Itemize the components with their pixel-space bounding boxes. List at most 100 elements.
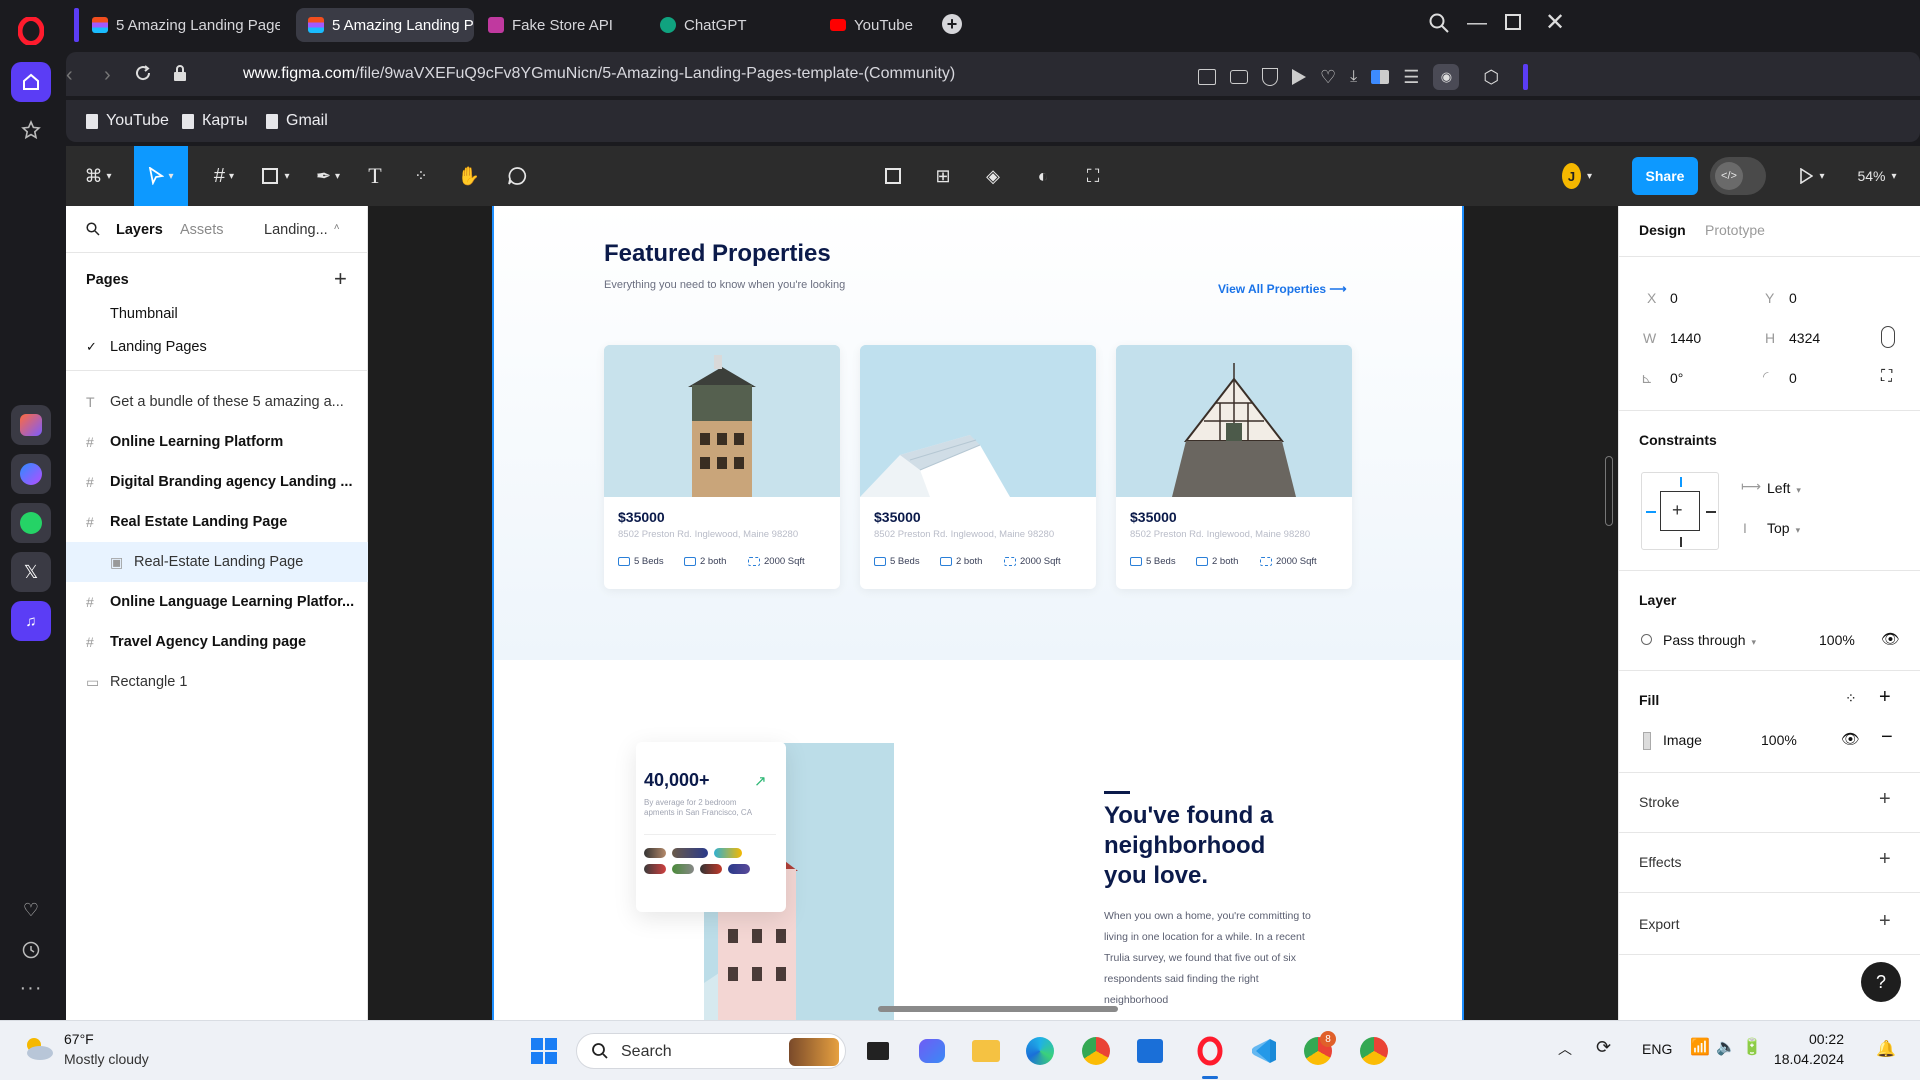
vscode-icon[interactable] — [1246, 1033, 1282, 1069]
rotation-input[interactable]: 0° — [1670, 370, 1683, 386]
image-fill-swatch[interactable] — [1643, 732, 1651, 750]
edge-icon[interactable] — [1022, 1033, 1058, 1069]
tab-assets[interactable]: Assets — [180, 222, 224, 238]
file-explorer-icon[interactable] — [968, 1033, 1004, 1069]
resources-icon[interactable]: ⁘ — [406, 162, 436, 190]
reload-icon[interactable] — [134, 64, 152, 82]
tab-landing-pages-1[interactable]: 5 Amazing Landing Pages — [80, 8, 280, 42]
comment-tool-icon[interactable] — [502, 162, 532, 190]
help-button[interactable]: ? — [1861, 962, 1901, 1002]
property-card[interactable]: $35000 8502 Preston Rd. Inglewood, Maine… — [604, 345, 840, 589]
shield-icon[interactable] — [1262, 68, 1278, 86]
remove-fill-icon[interactable]: − — [1881, 726, 1893, 749]
user-avatar[interactable]: J ▾ — [1562, 162, 1592, 190]
dev-mode-toggle[interactable]: </> — [1710, 157, 1766, 195]
figma-main-menu-icon[interactable]: ⌘ ▾ — [78, 162, 118, 190]
horizontal-scrollbar[interactable] — [878, 1006, 1118, 1012]
shape-tool-icon[interactable]: ▾ — [256, 162, 296, 190]
bookmark-gmail[interactable]: Gmail — [266, 112, 328, 130]
layer-opacity[interactable]: 100% — [1819, 632, 1855, 648]
tab-youtube[interactable]: YouTube — [818, 8, 988, 42]
heart-icon[interactable]: ♡ — [11, 890, 51, 930]
x-twitter-icon[interactable]: 𝕏 — [11, 552, 51, 592]
layer-item[interactable]: # Online Learning Platform — [66, 422, 368, 462]
new-tab-icon[interactable]: + — [942, 14, 962, 34]
layer-item[interactable]: # Real Estate Landing Page — [66, 502, 368, 542]
layer-item[interactable]: ▭ Rectangle 1 — [66, 662, 368, 702]
tab-chatgpt[interactable]: ChatGPT — [648, 8, 818, 42]
forward-icon[interactable]: › — [104, 64, 111, 87]
more-icon[interactable]: ··· — [11, 968, 51, 1008]
independent-corners-icon[interactable]: ⛶ — [1881, 368, 1892, 386]
tab-landing-pages-2[interactable]: 5 Amazing Landing Pages — [296, 8, 474, 42]
share-button[interactable]: Share — [1632, 157, 1698, 195]
tab-layers[interactable]: Layers — [116, 222, 163, 238]
frame-tool-icon[interactable]: # ▾ — [204, 162, 244, 190]
present-icon[interactable]: ▾ — [1792, 162, 1832, 190]
microsoft-store-icon[interactable] — [1132, 1033, 1168, 1069]
battery-icon[interactable]: 🔋 — [1742, 1037, 1762, 1057]
layer-item[interactable]: ▣ Real-Estate Landing Page — [66, 542, 368, 582]
camera-icon[interactable] — [1230, 70, 1248, 84]
property-card[interactable]: $35000 8502 Preston Rd. Inglewood, Maine… — [860, 345, 1096, 589]
weather-cloud-icon[interactable] — [20, 1033, 56, 1063]
y-input[interactable]: 0 — [1789, 290, 1797, 306]
download-icon[interactable]: ⤓ — [1350, 68, 1357, 86]
tab-fake-store-api[interactable]: Fake Store API — [476, 8, 646, 42]
url-field[interactable]: www.figma.com/file/9waVXEFuQ9cFv8YGmuNic… — [243, 65, 955, 83]
play-icon[interactable] — [1292, 69, 1306, 85]
figma-canvas[interactable]: Featured Properties Everything you need … — [368, 206, 1618, 1020]
clock-time[interactable]: 00:22 — [1794, 1031, 1844, 1047]
property-card[interactable]: $35000 8502 Preston Rd. Inglewood, Maine… — [1116, 345, 1352, 589]
chrome-icon[interactable] — [1078, 1033, 1114, 1069]
taskbar-search[interactable]: Search — [576, 1033, 846, 1069]
music-player-icon[interactable]: ♫ — [11, 601, 51, 641]
layer-item[interactable]: # Online Language Learning Platfor... — [66, 582, 368, 622]
layer-item[interactable]: # Digital Branding agency Landing ... — [66, 462, 368, 502]
profile-icon[interactable]: ◉ — [1433, 64, 1460, 90]
style-grid-icon[interactable]: ⁘ — [1845, 690, 1857, 707]
transform-icon[interactable] — [878, 162, 908, 190]
fill-visibility-eye-icon[interactable]: 👁 — [1841, 730, 1860, 748]
sync-icon[interactable]: ⟳ — [1596, 1037, 1611, 1058]
grid-layout-icon[interactable]: ⊞ — [928, 162, 958, 190]
layer-item[interactable]: # Travel Agency Landing page — [66, 622, 368, 662]
real-estate-frame[interactable]: Featured Properties Everything you need … — [492, 206, 1464, 1020]
menu-icon[interactable]: ☰ — [1403, 67, 1419, 88]
whatsapp-icon[interactable] — [11, 503, 51, 543]
opera-taskbar-icon[interactable] — [1192, 1033, 1228, 1069]
x-input[interactable]: 0 — [1670, 290, 1678, 306]
home-icon[interactable] — [11, 62, 51, 102]
chrome-icon-2[interactable] — [1356, 1033, 1392, 1069]
page-selector[interactable]: Landing... ˄ — [264, 222, 340, 238]
close-window-icon[interactable]: ✕ — [1545, 8, 1565, 37]
tab-design[interactable]: Design — [1639, 222, 1686, 238]
search-icon[interactable] — [86, 222, 100, 236]
constrain-proportions-icon[interactable] — [1881, 326, 1895, 348]
layer-item[interactable]: T Get a bundle of these 5 amazing a... — [66, 382, 368, 422]
move-tool-icon[interactable]: ▾ — [134, 146, 188, 206]
edit-icon[interactable] — [1198, 69, 1216, 85]
pen-tool-icon[interactable]: ✒ ▾ — [308, 162, 348, 190]
component-icon[interactable]: ◈ — [978, 162, 1008, 190]
add-effect-icon[interactable]: + — [1879, 848, 1891, 871]
chat-app-icon[interactable] — [914, 1033, 950, 1069]
minimize-icon[interactable]: — — [1467, 12, 1487, 35]
zoom-dropdown[interactable]: 54% ▾ — [1848, 162, 1906, 190]
add-fill-icon[interactable]: + — [1879, 686, 1891, 709]
battery-saver-icon[interactable] — [1371, 70, 1390, 84]
tray-overflow-icon[interactable]: ︿ — [1558, 1039, 1572, 1059]
blend-mode-dropdown[interactable]: Pass through ▾ — [1663, 632, 1756, 648]
vertical-scrollbar[interactable] — [1605, 456, 1613, 526]
radius-input[interactable]: 0 — [1789, 370, 1797, 386]
fill-type[interactable]: Image — [1663, 732, 1702, 748]
notifications-bell-icon[interactable]: 🔔 — [1876, 1039, 1896, 1059]
opera-logo-icon[interactable] — [14, 14, 48, 48]
extensions-icon[interactable]: ⬡ — [1483, 67, 1499, 88]
language-indicator[interactable]: ENG — [1642, 1041, 1672, 1057]
volume-icon[interactable]: 🔈 — [1716, 1037, 1736, 1057]
star-icon[interactable] — [11, 110, 51, 150]
mask-icon[interactable]: ◐ — [1028, 162, 1058, 190]
clock-date[interactable]: 18.04.2024 — [1770, 1051, 1844, 1067]
task-view-icon[interactable] — [860, 1033, 896, 1069]
